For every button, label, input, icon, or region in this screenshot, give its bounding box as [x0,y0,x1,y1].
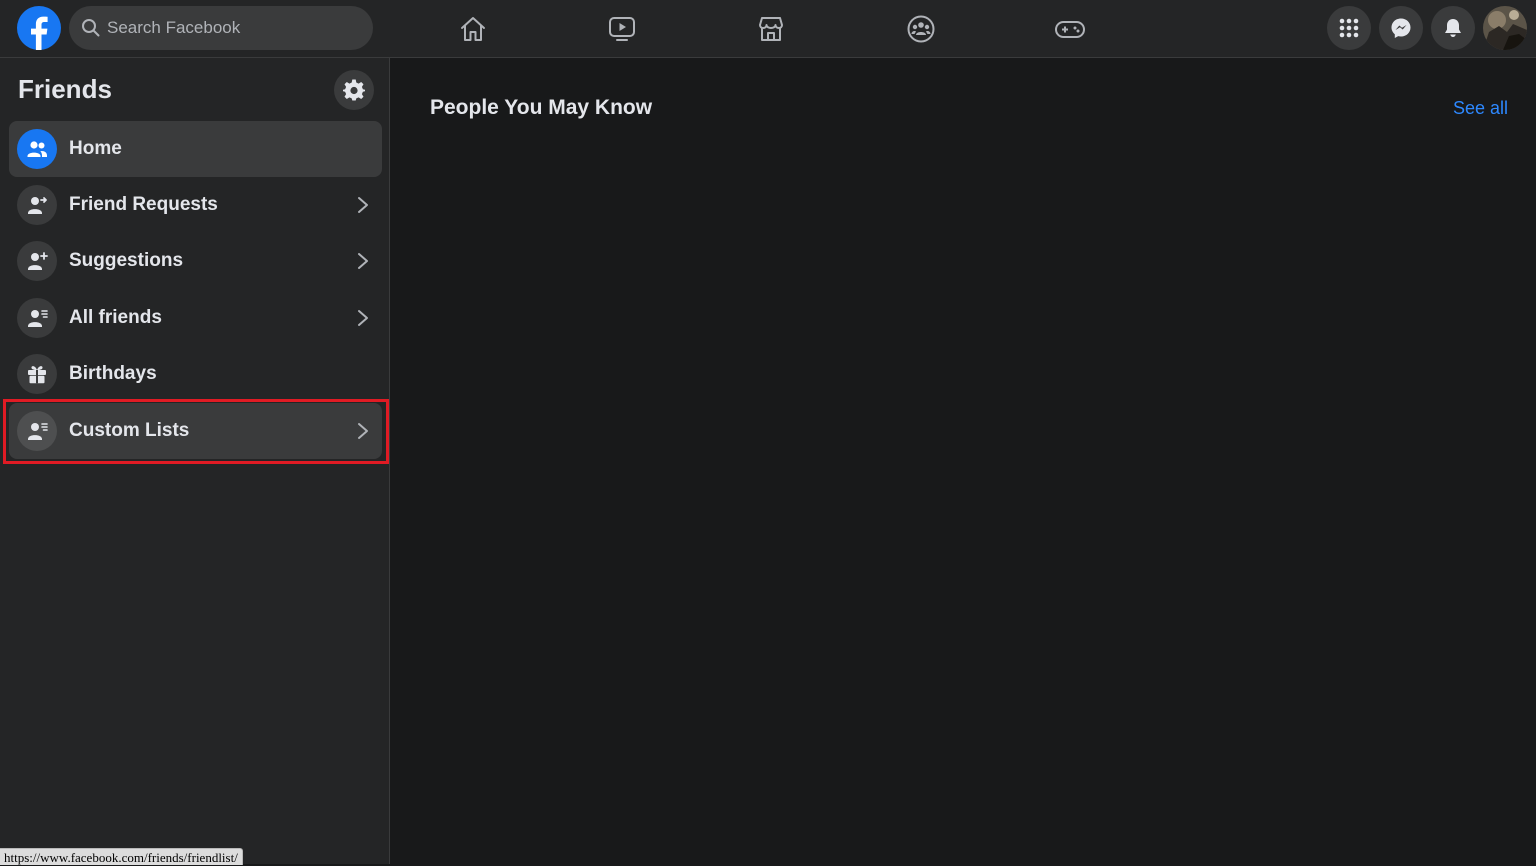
sidebar-item-label: All friends [69,307,162,328]
sidebar-item-custom-lists-icon-wrap [17,411,57,451]
home-icon [461,17,485,41]
menu-button[interactable] [1327,6,1371,50]
person-plus-icon [28,252,48,270]
messenger-icon [1391,18,1411,38]
nav-tab-watch[interactable] [566,4,678,54]
chevron-right-icon [358,423,368,439]
sidebar-item-label: Friend Requests [69,194,218,215]
sidebar-item-suggestions[interactable]: Suggestions [9,233,382,289]
storefront-icon [759,17,783,41]
sidebar-item-birthdays-icon-wrap [17,354,57,394]
sidebar-title: Friends [18,74,112,104]
sidebar-item-label: Birthdays [69,363,157,384]
sidebar-item-label: Custom Lists [69,420,190,441]
sidebar-item-label: Suggestions [69,250,184,271]
grid-icon [1339,18,1359,38]
friends-sidebar: Friends Home Friend Requests Suggestions… [0,58,390,864]
profile-avatar[interactable] [1483,6,1527,50]
nav-tab-marketplace[interactable] [715,4,827,54]
sidebar-item-friend-requests[interactable]: Friend Requests [9,177,382,233]
gift-icon [28,366,46,384]
search-icon [82,19,100,37]
gear-icon [343,79,365,101]
notifications-button[interactable] [1431,6,1475,50]
sidebar-item-suggestions-icon-wrap [17,241,57,281]
settings-button[interactable] [334,70,374,110]
sidebar-item-all-friends[interactable]: All friends [9,290,382,346]
chevron-right-icon [358,310,368,326]
search-box[interactable] [69,6,373,50]
person-list-icon [28,310,48,327]
see-all-link[interactable]: See all [1453,98,1508,119]
person-arrow-icon [28,197,47,214]
friends-icon [27,141,47,157]
sidebar-item-label: Home [69,138,122,159]
avatar-photo-icon [1483,6,1527,50]
nav-tab-home[interactable] [417,4,529,54]
sidebar-item-home[interactable]: Home [9,121,382,177]
sidebar-item-home-icon-wrap [17,129,57,169]
video-play-icon [609,17,635,41]
sidebar-item-all-friends-icon-wrap [17,298,57,338]
chevron-right-icon [358,197,368,213]
sidebar-item-custom-lists[interactable]: Custom Lists [9,403,382,459]
groups-icon [907,15,935,43]
nav-tab-gaming[interactable] [1014,4,1126,54]
top-navigation-bar [0,0,1536,58]
nav-tab-groups[interactable] [865,4,977,54]
people-you-may-know-heading: People You May Know [430,96,653,119]
bell-icon [1445,19,1461,37]
messenger-button[interactable] [1379,6,1423,50]
gamepad-icon [1055,21,1085,38]
chevron-right-icon [358,253,368,269]
sidebar-item-birthdays[interactable]: Birthdays [9,346,382,402]
link-status-bar: https://www.facebook.com/friends/friendl… [0,848,243,865]
facebook-logo-icon[interactable] [17,6,61,50]
search-input[interactable] [107,6,357,50]
sidebar-item-friend-requests-icon-wrap [17,185,57,225]
person-list-icon [28,423,48,440]
